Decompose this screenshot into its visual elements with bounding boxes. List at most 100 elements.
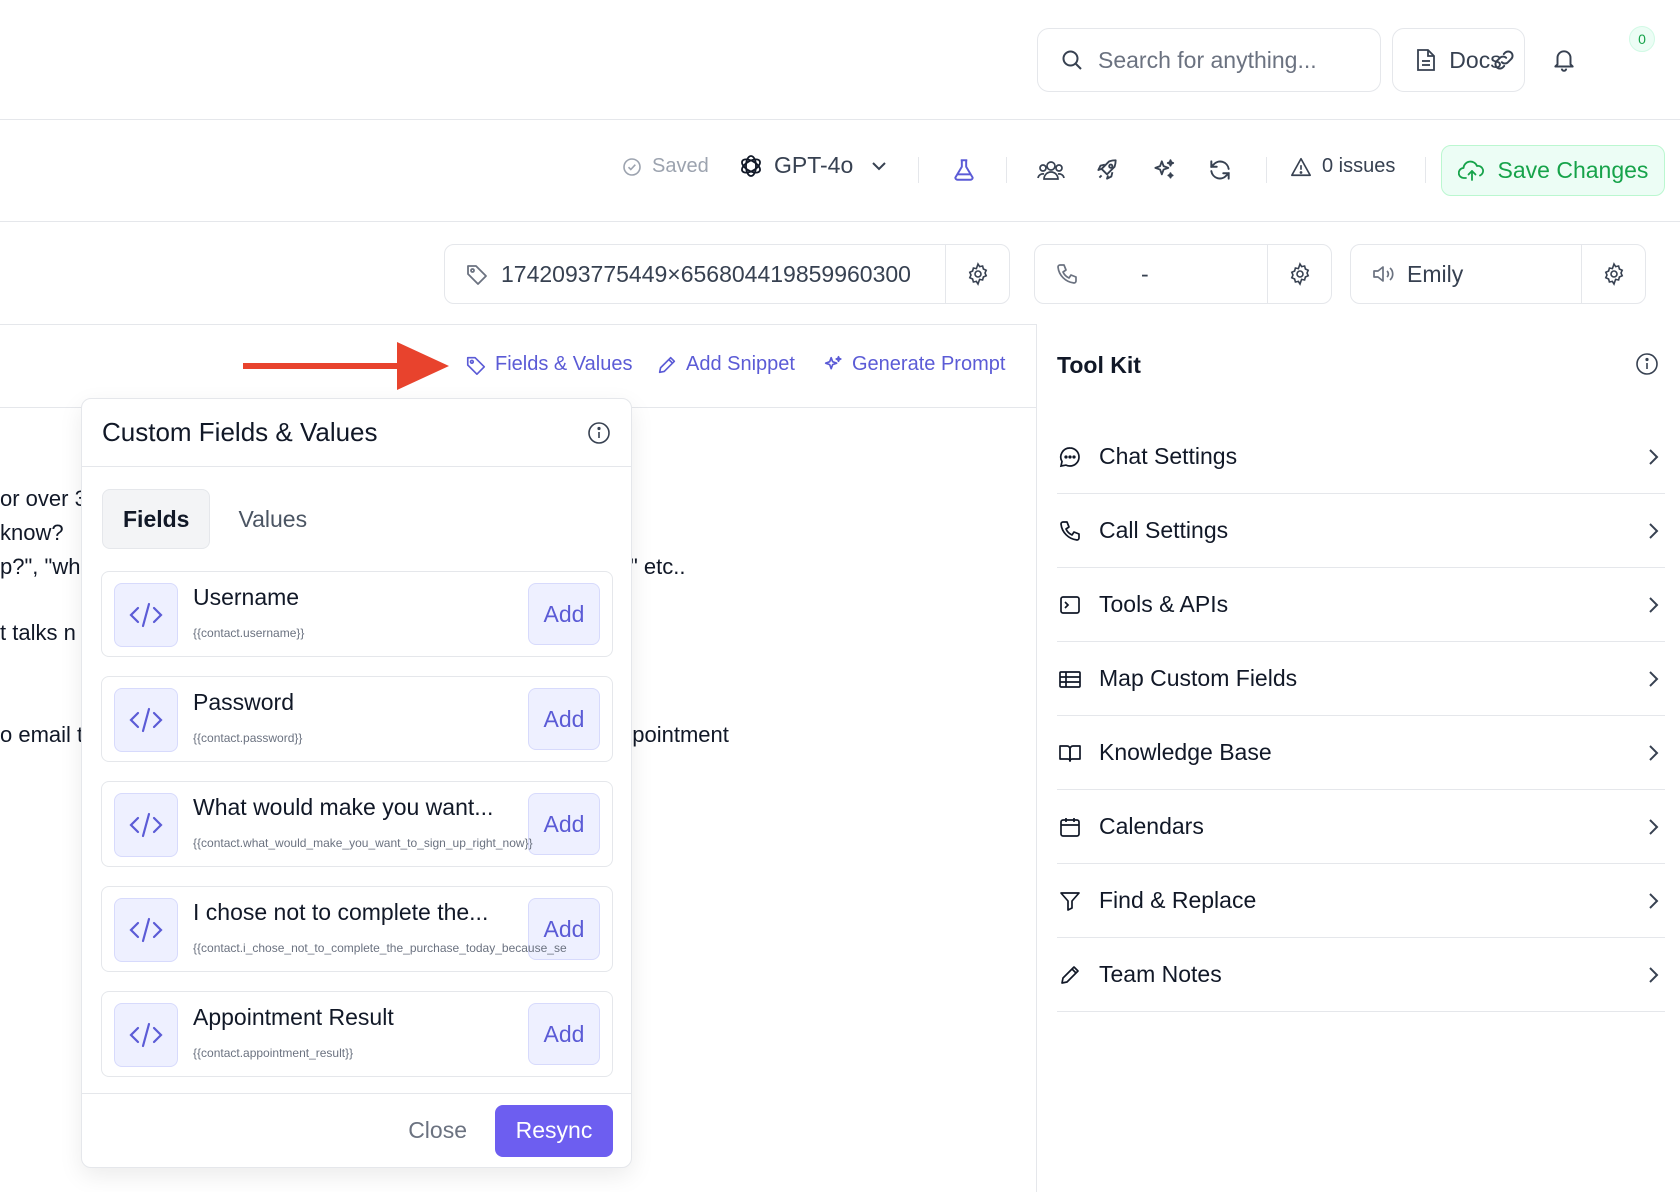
field-key: {{contact.password}}: [193, 731, 303, 745]
editor-text-line[interactable]: o email t: [0, 722, 83, 748]
sparkles-icon: [822, 354, 844, 376]
test-button[interactable]: [942, 148, 986, 192]
editor-text-line[interactable]: p?", "wh: [0, 554, 80, 580]
add-snippet-label: Add Snippet: [686, 353, 795, 375]
close-button[interactable]: Close: [400, 1107, 475, 1154]
search-input[interactable]: [1098, 46, 1348, 74]
speaker-icon: [1371, 262, 1395, 286]
tag-config[interactable]: 1742093775449×656804419859960300: [444, 244, 1010, 304]
chevron-right-icon: [1641, 669, 1665, 689]
team-button[interactable]: [1029, 148, 1073, 192]
warning-triangle-icon: [1290, 156, 1312, 178]
search-box[interactable]: [1037, 28, 1381, 92]
phone-icon: [1055, 262, 1079, 286]
info-icon: [1635, 352, 1659, 376]
notifications-button[interactable]: [1542, 38, 1586, 82]
field-item: Add What would make you want... {{contac…: [101, 781, 613, 867]
tag-field[interactable]: 1742093775449×656804419859960300: [445, 245, 945, 303]
toolbar-divider: [1266, 157, 1267, 183]
voice-config[interactable]: Emily: [1350, 244, 1646, 304]
flask-icon: [951, 157, 977, 183]
link-button[interactable]: [1482, 38, 1526, 82]
phone-icon: [1057, 518, 1083, 544]
editor-text-line[interactable]: " etc..: [630, 554, 686, 580]
chevron-right-icon: [1641, 595, 1665, 615]
check-circle-icon: [622, 157, 642, 177]
toolkit-item-call-settings[interactable]: Call Settings: [1057, 494, 1665, 568]
toolkit-item-label: Tools & APIs: [1099, 591, 1229, 617]
add-snippet-link[interactable]: Add Snippet: [656, 353, 795, 376]
add-field-button[interactable]: Add: [528, 583, 600, 645]
phone-field[interactable]: -: [1035, 245, 1267, 303]
tab-fields[interactable]: Fields: [102, 489, 211, 549]
gear-icon: [966, 262, 990, 286]
popup-title: Custom Fields & Values: [102, 417, 378, 447]
voice-field[interactable]: Emily: [1351, 245, 1581, 303]
toolkit-item-label: Call Settings: [1099, 517, 1229, 543]
field-item: Username {{contact.username}} Add: [101, 571, 613, 657]
toolkit-info-button[interactable]: [1627, 344, 1667, 384]
bell-icon: [1551, 47, 1577, 73]
toolbar-divider: [918, 157, 919, 183]
document-icon: [1415, 48, 1437, 72]
code-icon: [114, 688, 178, 752]
tab-values[interactable]: Values: [218, 489, 327, 549]
popup-footer: Close Resync: [82, 1093, 631, 1167]
gear-icon: [1602, 262, 1626, 286]
toolkit-item-tools-apis[interactable]: Tools & APIs: [1057, 568, 1665, 642]
model-selector[interactable]: GPT-4o: [738, 152, 889, 179]
chevron-right-icon: [1641, 817, 1665, 837]
link-icon: [1491, 47, 1517, 73]
toolkit-item-label: Map Custom Fields: [1099, 665, 1298, 691]
info-icon[interactable]: [587, 421, 611, 445]
save-changes-button[interactable]: Save Changes: [1441, 145, 1665, 196]
issues-indicator[interactable]: 0 issues: [1290, 155, 1395, 178]
refresh-button[interactable]: [1198, 148, 1242, 192]
field-key: {{contact.appointment_result}}: [193, 1046, 354, 1060]
editor-text-line[interactable]: ppointment: [620, 722, 729, 748]
chevron-down-icon: [869, 156, 889, 176]
openai-logo-icon: [738, 153, 764, 179]
deploy-button[interactable]: [1085, 148, 1129, 192]
toolkit-item-calendars[interactable]: Calendars: [1057, 790, 1665, 864]
tag-settings-button[interactable]: [945, 245, 1009, 303]
chevron-right-icon: [1641, 521, 1665, 541]
toolkit-item-knowledge-base[interactable]: Knowledge Base: [1057, 716, 1665, 790]
toolkit-item-label: Chat Settings: [1099, 443, 1238, 469]
toolkit-item-label: Team Notes: [1099, 961, 1222, 987]
phone-config[interactable]: -: [1034, 244, 1332, 304]
voice-settings-button[interactable]: [1581, 245, 1645, 303]
toolkit-item-label: Find & Replace: [1099, 887, 1257, 913]
generate-prompt-label: Generate Prompt: [852, 353, 1006, 375]
annotation-arrow: [243, 340, 449, 392]
terminal-icon: [1057, 592, 1083, 618]
fields-values-link[interactable]: Fields & Values: [465, 353, 632, 376]
custom-fields-popup: Custom Fields & Values Fields Values Use…: [81, 398, 632, 1168]
toolkit-item-chat-settings[interactable]: Chat Settings: [1057, 420, 1665, 494]
add-field-button[interactable]: Add: [528, 688, 600, 750]
add-field-button[interactable]: Add: [528, 793, 600, 855]
editor-text-line[interactable]: know?: [0, 520, 64, 546]
chevron-right-icon: [1641, 447, 1665, 467]
add-field-button[interactable]: Add: [528, 1003, 600, 1065]
ai-assist-button[interactable]: [1142, 148, 1186, 192]
toolkit-item-map-custom-fields[interactable]: Map Custom Fields: [1057, 642, 1665, 716]
resync-button[interactable]: Resync: [495, 1104, 613, 1157]
toolkit-item-find-replace[interactable]: Find & Replace: [1057, 864, 1665, 938]
field-item: Password {{contact.password}} Add: [101, 676, 613, 762]
editor-text-line[interactable]: or over 3: [0, 486, 87, 512]
calendar-icon: [1057, 814, 1083, 840]
phone-settings-button[interactable]: [1267, 245, 1331, 303]
generate-prompt-link[interactable]: Generate Prompt: [822, 353, 1005, 376]
toolbar-divider: [1006, 157, 1007, 183]
chat-bubble-icon: [1057, 444, 1083, 470]
toolkit-item-team-notes[interactable]: Team Notes: [1057, 938, 1665, 1012]
saved-label: Saved: [652, 155, 709, 177]
chevron-right-icon: [1641, 965, 1665, 985]
code-icon: [114, 1003, 178, 1067]
editor-text-line[interactable]: t talks n: [0, 620, 76, 646]
voice-value: Emily: [1407, 260, 1464, 287]
chevron-right-icon: [1641, 891, 1665, 911]
field-name: Appointment Result: [193, 1004, 394, 1030]
code-icon: [114, 793, 178, 857]
